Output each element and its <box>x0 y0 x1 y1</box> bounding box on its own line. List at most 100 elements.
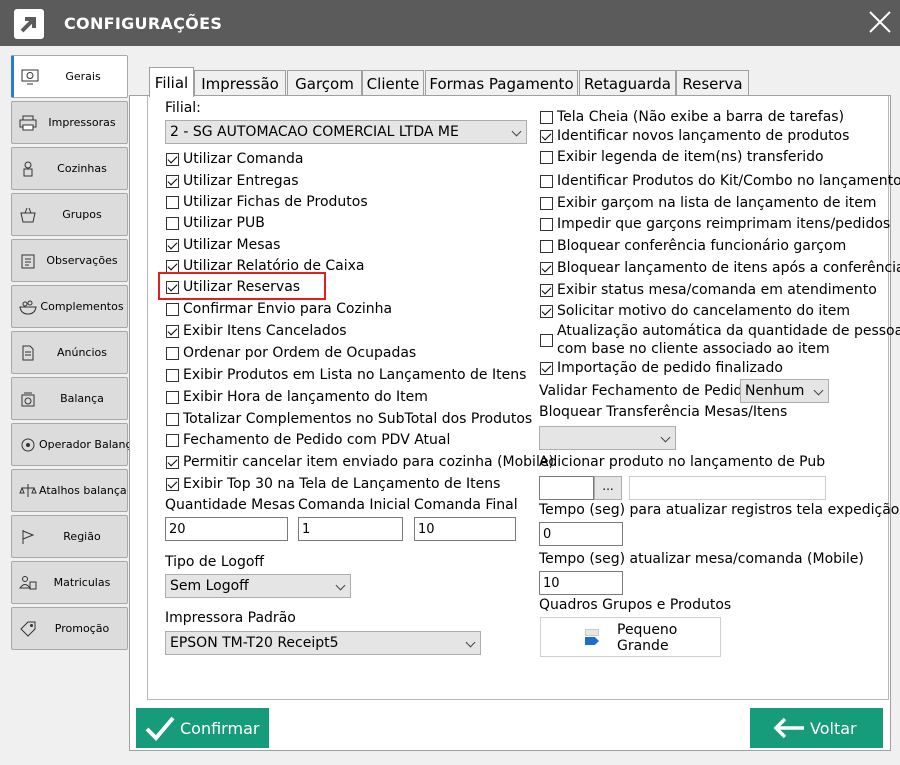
checkbox-label: Exibir Produtos em Lista no Lançamento d… <box>183 367 527 383</box>
checkbox-label: Utilizar Comanda <box>183 151 304 167</box>
adicionar-produto-desc-input[interactable] <box>629 476 826 500</box>
chef-icon <box>17 160 39 178</box>
highlight-box <box>158 272 326 300</box>
checkbox-utilizar-comanda[interactable]: Utilizar Comanda <box>166 150 303 168</box>
sidebar-item-balanca[interactable]: Balança <box>11 377 128 420</box>
quadros-option-grande: Grande <box>617 638 669 654</box>
tab-filial[interactable]: Filial <box>149 67 194 97</box>
comanda-final-input[interactable]: 10 <box>414 517 516 541</box>
adicionar-produto-code-input[interactable] <box>539 476 594 500</box>
sidebar-item-grupos[interactable]: Grupos <box>11 193 128 236</box>
filial-select[interactable]: 2 - SG AUTOMACAO COMERCIAL LTDA ME <box>165 120 527 144</box>
checkbox-checked-icon <box>540 361 553 375</box>
tab-cliente[interactable]: Cliente <box>362 70 424 96</box>
checkbox-permitir-cancelar-item-enviado-para-cozinha-mobile[interactable]: Permitir cancelar item enviado para cozi… <box>166 453 554 471</box>
checkbox-exibir-hora-de-lancamento-do-item[interactable]: Exibir Hora de lançamento do Item <box>166 388 428 406</box>
checkbox-label: Importação de pedido finalizado <box>557 360 783 376</box>
quadros-option-pequeno: Pequeno <box>617 622 678 638</box>
checkbox-label: Utilizar Fichas de Produtos <box>183 194 368 210</box>
confirmar-button[interactable]: Confirmar <box>136 708 269 748</box>
tab-reserva[interactable]: Reserva <box>676 70 749 96</box>
checkbox-importacao-de-pedido-finalizado[interactable]: Importação de pedido finalizado <box>540 359 783 377</box>
sidebar-item-complementos[interactable]: Complementos <box>11 285 128 328</box>
sidebar-item-anuncios[interactable]: Anúncios <box>11 331 128 374</box>
checkbox-label: Tela Cheia (Não exibe a barra de tarefas… <box>557 109 845 125</box>
checkbox-exibir-itens-cancelados[interactable]: Exibir Itens Cancelados <box>166 322 347 340</box>
quadros-toggle[interactable]: Pequeno Grande <box>540 617 721 657</box>
checkbox-exibir-produtos-em-lista-no-lancamento-de-itens[interactable]: Exibir Produtos em Lista no Lançamento d… <box>166 366 526 384</box>
logoff-select[interactable]: Sem Logoff <box>165 574 351 598</box>
sidebar-item-impressoras[interactable]: Impressoras <box>11 101 128 144</box>
bloquear-transferencia-select[interactable] <box>539 426 676 450</box>
checkbox-totalizar-complementos-no-subtotal-dos-produtos[interactable]: Totalizar Complementos no SubTotal dos P… <box>166 410 532 428</box>
checkbox-unchecked-icon <box>540 150 553 164</box>
sidebar-item-label: Cozinhas <box>57 162 107 175</box>
sidebar-item-label: Gerais <box>65 70 101 83</box>
checkbox-exibir-legenda-de-item-ns-transferido[interactable]: Exibir legenda de item(ns) transferido <box>540 148 824 166</box>
voltar-button[interactable]: Voltar <box>750 708 883 748</box>
checkbox-bloquear-lancamento-de-itens-apos-a-conf[interactable]: Bloquear lançamento de itens após a conf… <box>540 259 900 277</box>
adicionar-produto-label: Adicionar produto no lançamento de Pub <box>539 454 826 470</box>
checkbox-label: Utilizar Mesas <box>183 237 281 253</box>
tab-garcom[interactable]: Garçom <box>287 70 362 96</box>
validar-label: Validar Fechamento de Pedido <box>539 383 751 399</box>
checkbox-confirmar-envio-para-cozinha[interactable]: Confirmar Envio para Cozinha <box>166 300 392 318</box>
checkbox-solicitar-motivo-do-cancelamento-do-item[interactable]: Solicitar motivo do cancelamento do item <box>540 302 850 320</box>
checkbox-utilizar-fichas-de-produtos[interactable]: Utilizar Fichas de Produtos <box>166 193 368 211</box>
sidebar-item-gerais[interactable]: Gerais <box>11 55 128 98</box>
checkbox-exibir-top-30-na-tela-de-lancamento-de-itens[interactable]: Exibir Top 30 na Tela de Lançamento de I… <box>166 475 500 493</box>
sidebar-item-cozinhas[interactable]: Cozinhas <box>11 147 128 190</box>
checkbox-fechamento-de-pedido-com-pdv-atual[interactable]: Fechamento de Pedido com PDV Atual <box>166 431 450 449</box>
impressora-select[interactable]: EPSON TM-T20 Receipt5 <box>165 631 481 655</box>
sidebar-item-promocao[interactable]: Promoção <box>11 607 128 650</box>
checkbox-label: Exibir legenda de item(ns) transferido <box>557 149 824 165</box>
sidebar-item-matriculas[interactable]: Matriculas <box>11 561 128 604</box>
sidebar-item-regiao[interactable]: Região <box>11 515 128 558</box>
check-icon <box>144 714 176 742</box>
checkbox-label: Identificar novos lançamento de produtos <box>557 128 850 144</box>
checkbox-impedir-que-garcons-reimprimam-itens-ped[interactable]: Impedir que garçons reimprimam itens/ped… <box>540 215 890 233</box>
flag-icon <box>17 528 39 546</box>
validar-select[interactable]: Nenhum <box>740 379 829 403</box>
checkbox-unchecked-icon <box>540 333 553 347</box>
tab-retaguarda[interactable]: Retaguarda <box>579 70 676 96</box>
checkbox-unchecked-icon <box>166 346 179 360</box>
checkbox-unchecked-icon <box>166 302 179 316</box>
checkbox-unchecked-icon <box>166 433 179 447</box>
sidebar-item-observacoes[interactable]: Observações <box>11 239 128 282</box>
checkbox-unchecked-icon <box>540 217 553 231</box>
document-icon <box>17 344 39 362</box>
checkbox-utilizar-pub[interactable]: Utilizar PUB <box>166 214 265 232</box>
checkbox-atualizacao-automatica-da-quantidade-de-[interactable]: Atualização automática da quantidade de … <box>540 322 900 358</box>
checkbox-identificar-novos-lancamento-de-produtos[interactable]: Identificar novos lançamento de produtos <box>540 127 849 145</box>
sidebar-item-operador-balanca[interactable]: Operador Balança <box>11 423 138 466</box>
checkbox-label: Solicitar motivo do cancelamento do item <box>557 303 850 319</box>
promo-icon <box>17 620 39 638</box>
chevron-down-icon <box>465 637 476 648</box>
bowl-icon <box>17 298 39 316</box>
tab-formas-pagamento[interactable]: Formas Pagamento <box>425 70 578 96</box>
sidebar-item-label: Grupos <box>62 208 102 221</box>
tempo-expedicao-input[interactable]: 0 <box>539 522 623 546</box>
checkbox-bloquear-conferencia-funcionario-garcom[interactable]: Bloquear conferência funcionário garçom <box>540 237 846 255</box>
checkbox-exibir-status-mesa-comanda-em-atendiment[interactable]: Exibir status mesa/comanda em atendiment… <box>540 281 877 299</box>
checkbox-label: Exibir status mesa/comanda em atendiment… <box>557 282 877 298</box>
checkbox-utilizar-entregas[interactable]: Utilizar Entregas <box>166 172 299 190</box>
bloquear-transferencia-label: Bloquear Transferência Mesas/Itens <box>539 404 788 420</box>
checkbox-unchecked-icon <box>540 196 553 210</box>
impressora-select-value: EPSON TM-T20 Receipt5 <box>170 635 339 651</box>
tab-impressao[interactable]: Impressão <box>194 70 286 96</box>
sidebar-item-atalhos-balanca[interactable]: Atalhos balança <box>11 469 128 512</box>
checkbox-utilizar-mesas[interactable]: Utilizar Mesas <box>166 236 280 254</box>
checkbox-identificar-produtos-do-kit-combo-no-lan[interactable]: Identificar Produtos do Kit/Combo no lan… <box>540 172 900 190</box>
comanda-inicial-input[interactable]: 1 <box>298 517 403 541</box>
close-icon[interactable] <box>862 6 898 40</box>
checkbox-exibir-garcom-na-lista-de-lancamento-de-[interactable]: Exibir garçom na lista de lançamento de … <box>540 194 877 212</box>
checkbox-tela-cheia-nao-exibe-a-barra-de-tarefas[interactable]: Tela Cheia (Não exibe a barra de tarefas… <box>540 108 844 126</box>
qtd-mesas-input[interactable]: 20 <box>165 517 288 541</box>
tempo-mobile-input[interactable]: 10 <box>539 571 623 595</box>
checkbox-ordenar-por-ordem-de-ocupadas[interactable]: Ordenar por Ordem de Ocupadas <box>166 344 416 362</box>
checkbox-label: Totalizar Complementos no SubTotal dos P… <box>183 411 533 427</box>
adicionar-produto-search-button[interactable]: ... <box>594 476 622 500</box>
scale-icon <box>17 390 39 408</box>
